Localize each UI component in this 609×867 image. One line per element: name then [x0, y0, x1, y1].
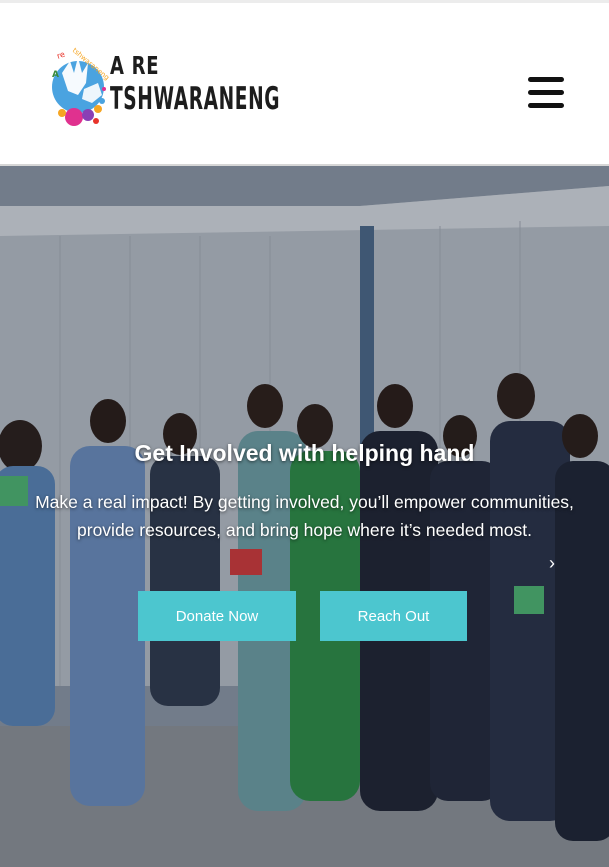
- hero-section: Get Involved with helping hand Make a re…: [0, 166, 609, 867]
- hero-description: Make a real impact! By getting involved,…: [35, 492, 574, 540]
- donate-now-button[interactable]: Donate Now: [138, 591, 296, 641]
- logo-line-2: TSHWARANENG: [110, 81, 281, 117]
- chevron-right-icon[interactable]: ›: [549, 553, 563, 573]
- hamburger-menu-icon[interactable]: [528, 77, 564, 109]
- site-header: A re tshwaraneng A RE TSHWARANENG: [0, 3, 609, 166]
- logo-hands-icon: A re tshwaraneng: [52, 46, 110, 126]
- logo-line-1: A RE: [110, 51, 160, 80]
- svg-text:A: A: [52, 70, 59, 80]
- logo-wordmark: A RE TSHWARANENG: [110, 53, 394, 115]
- site-logo[interactable]: A re tshwaraneng A RE TSHWARANENG: [48, 43, 280, 138]
- hero-title: Get Involved with helping hand: [134, 440, 475, 466]
- svg-text:re: re: [56, 50, 67, 61]
- reach-out-button[interactable]: Reach Out: [320, 591, 467, 641]
